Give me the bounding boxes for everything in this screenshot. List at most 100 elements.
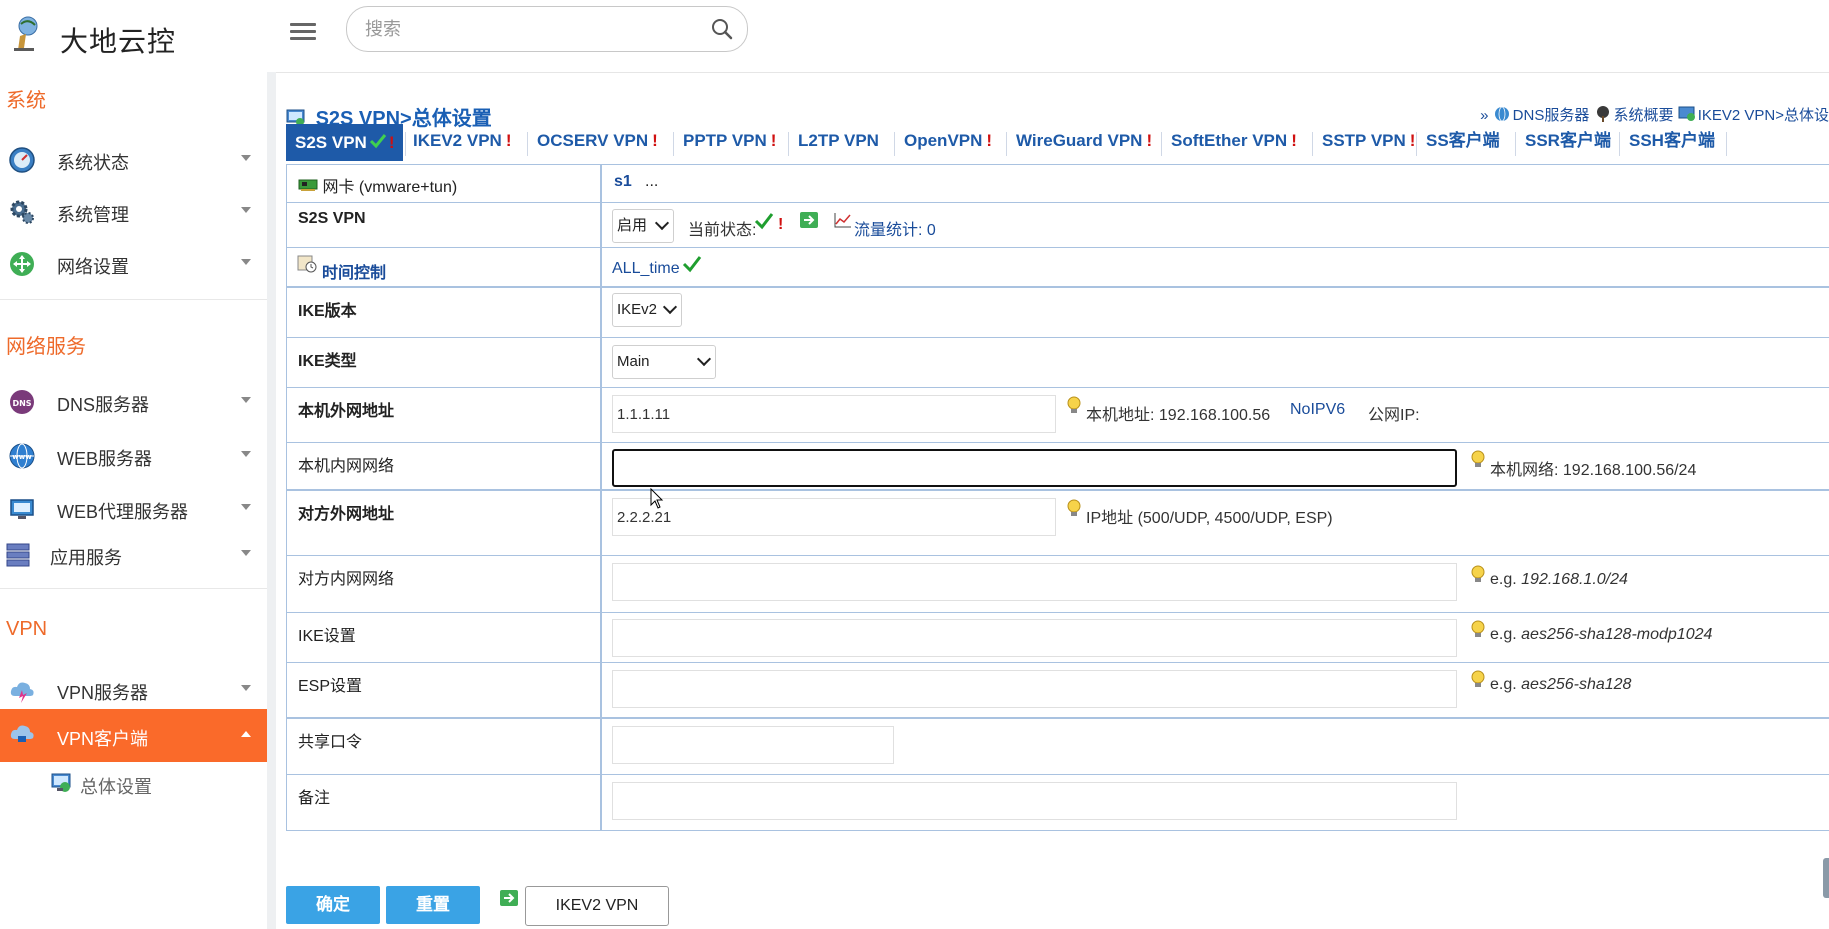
sidebar-item-app-services[interactable]: 应用服务 [0, 531, 267, 579]
sidebar-item-label: 网络设置 [57, 257, 129, 277]
ike-settings-hint: e.g. aes256-sha128-modp1024 [1490, 626, 1712, 644]
tab-separator [527, 132, 528, 156]
tab-ocserv-vpn[interactable]: OCSERV VPN! [537, 124, 658, 158]
tab-pptp-vpn[interactable]: PPTP VPN! [683, 124, 776, 158]
row-label-cell: 对方外网地址 [286, 490, 602, 555]
chevron-down-icon [241, 504, 251, 510]
row-label-cell: 网卡 (vmware+tun) [286, 165, 602, 202]
sidebar-item-dns-server[interactable]: DNS DNS服务器 [0, 378, 267, 426]
scrollbar-handle[interactable] [1823, 858, 1829, 898]
ike-type-select[interactable]: Main [612, 345, 716, 379]
tab-separator [1006, 132, 1007, 156]
cloud-client-icon [10, 725, 34, 742]
remote-lan-hint: e.g. 192.168.1.0/24 [1490, 571, 1628, 589]
nic-label[interactable]: 网卡 (vmware+tun) [298, 173, 457, 197]
check-icon [754, 213, 774, 230]
local-wan-input[interactable] [612, 395, 1056, 433]
quick-link-ikev2[interactable]: IKEV2 VPN>总体设 [1698, 107, 1829, 124]
error-mark: ! [986, 131, 993, 150]
tab-s2s-vpn[interactable]: S2S VPN! [286, 124, 403, 161]
dns-icon: DNS [10, 390, 34, 414]
row-label-cell: IKE类型 [286, 337, 602, 387]
tab-ss-client[interactable]: SS客户端 [1426, 124, 1500, 158]
tab-separator [1312, 132, 1313, 156]
tab-ssr-client[interactable]: SSR客户端 [1525, 124, 1611, 158]
tab-openvpn[interactable]: OpenVPN! [904, 124, 992, 158]
quick-link-dns[interactable]: DNS服务器 [1513, 107, 1590, 124]
go-arrow-icon[interactable] [800, 212, 818, 228]
row-note: 备注 [286, 774, 1829, 831]
time-control-value[interactable]: ALL_time [612, 260, 680, 278]
shared-key-input[interactable] [612, 726, 894, 764]
row-value-cell: IP地址 (500/UDP, 4500/UDP, ESP) [602, 490, 1829, 555]
server-icon [6, 543, 30, 567]
noipv6-link[interactable]: NoIPV6 [1290, 401, 1345, 419]
hint-example: aes256-sha128-modp1024 [1521, 626, 1713, 643]
row-shared-key: 共享口令 [286, 718, 1829, 775]
tab-label: WireGuard VPN [1016, 131, 1143, 150]
row-value-cell: s1 ... [602, 165, 1829, 202]
nic-label-text: 网卡 [322, 179, 355, 196]
row-local-wan: 本机外网地址 本机地址: 192.168.100.56 NoIPV6 公网IP: [286, 387, 1829, 443]
row-label-cell: 时间控制 [286, 247, 602, 286]
search-icon[interactable] [711, 18, 733, 40]
note-input[interactable] [612, 782, 1457, 820]
network-icon [10, 252, 34, 276]
tab-softether-vpn[interactable]: SoftEther VPN! [1171, 124, 1297, 158]
row-value-cell: 本机网络: 192.168.100.56/24 [602, 442, 1829, 489]
error-mark: ! [388, 133, 395, 152]
error-mark: ! [1291, 131, 1297, 150]
error-mark: ! [1409, 131, 1416, 150]
error-mark: ! [1146, 131, 1153, 150]
local-lan-input[interactable] [612, 449, 1457, 487]
row-value-cell [602, 774, 1829, 830]
row-esp-settings: ESP设置 e.g. aes256-sha128 [286, 662, 1829, 719]
hint-prefix: e.g. [1490, 676, 1517, 693]
go-arrow-icon [500, 890, 518, 906]
tab-label: S2S VPN [295, 133, 367, 152]
lightbulb-icon [1471, 565, 1485, 582]
lightbulb-icon [1471, 450, 1485, 467]
s2s-enable-select[interactable]: 启用 [612, 209, 674, 243]
sidebar-item-label: VPN服务器 [57, 683, 149, 703]
row-label-cell: S2S VPN [286, 202, 602, 247]
nic-value[interactable]: s1 [614, 173, 632, 191]
search-input[interactable] [363, 15, 697, 43]
sidebar-item-web-server[interactable]: www WEB服务器 [0, 432, 267, 480]
ike-settings-input[interactable] [612, 619, 1457, 657]
remote-wan-input[interactable] [612, 498, 1056, 536]
traffic-stats-link[interactable]: 流量统计: 0 [854, 216, 936, 240]
menu-toggle-button[interactable] [290, 20, 316, 44]
sidebar-item-network-settings[interactable]: 网络设置 [0, 240, 267, 288]
chevron-up-icon [241, 731, 251, 737]
tree-icon [1596, 106, 1609, 122]
esp-settings-input[interactable] [612, 670, 1457, 708]
select-value: IKEv2 [617, 301, 658, 318]
sidebar-item-system-status[interactable]: 系统状态 [0, 136, 267, 184]
note-label: 备注 [298, 790, 331, 807]
row-label-cell: IKE版本 [286, 287, 602, 337]
tab-wireguard-vpn[interactable]: WireGuard VPN! [1016, 124, 1152, 158]
check-icon [369, 134, 386, 149]
row-value-cell: IKEv2 [602, 287, 1829, 337]
sidebar-item-vpn-client[interactable]: VPN客户端 [0, 709, 267, 762]
svg-text:DNS: DNS [12, 399, 31, 408]
reset-button[interactable]: 重置 [386, 886, 480, 924]
quick-link-overview[interactable]: 系统概要 [1614, 107, 1674, 124]
tab-sstp-vpn[interactable]: SSTP VPN! [1322, 124, 1415, 158]
ike-version-select[interactable]: IKEv2 [612, 293, 682, 327]
lightbulb-icon [1067, 499, 1081, 516]
time-control-label[interactable]: 时间控制 [322, 259, 386, 283]
sidebar-item-system-management[interactable]: 系统管理 [0, 188, 267, 236]
remote-lan-input[interactable] [612, 563, 1457, 601]
sidebar-item-web-proxy-server[interactable]: WEB代理服务器 [0, 485, 267, 533]
ike-settings-label: IKE设置 [298, 628, 356, 645]
tab-ikev2-vpn[interactable]: IKEV2 VPN! [413, 124, 511, 158]
nic-more-link[interactable]: ... [645, 173, 658, 191]
tab-label: PPTP VPN [683, 131, 767, 150]
tab-l2tp-vpn[interactable]: L2TP VPN [798, 124, 879, 158]
ok-button[interactable]: 确定 [286, 886, 380, 924]
sidebar-item-vpn-server[interactable]: VPN服务器 [0, 666, 267, 714]
tab-ssh-client[interactable]: SSR客户端SSH客户端 [1629, 124, 1715, 158]
ikev2-vpn-button[interactable]: IKEV2 VPN [525, 886, 669, 926]
